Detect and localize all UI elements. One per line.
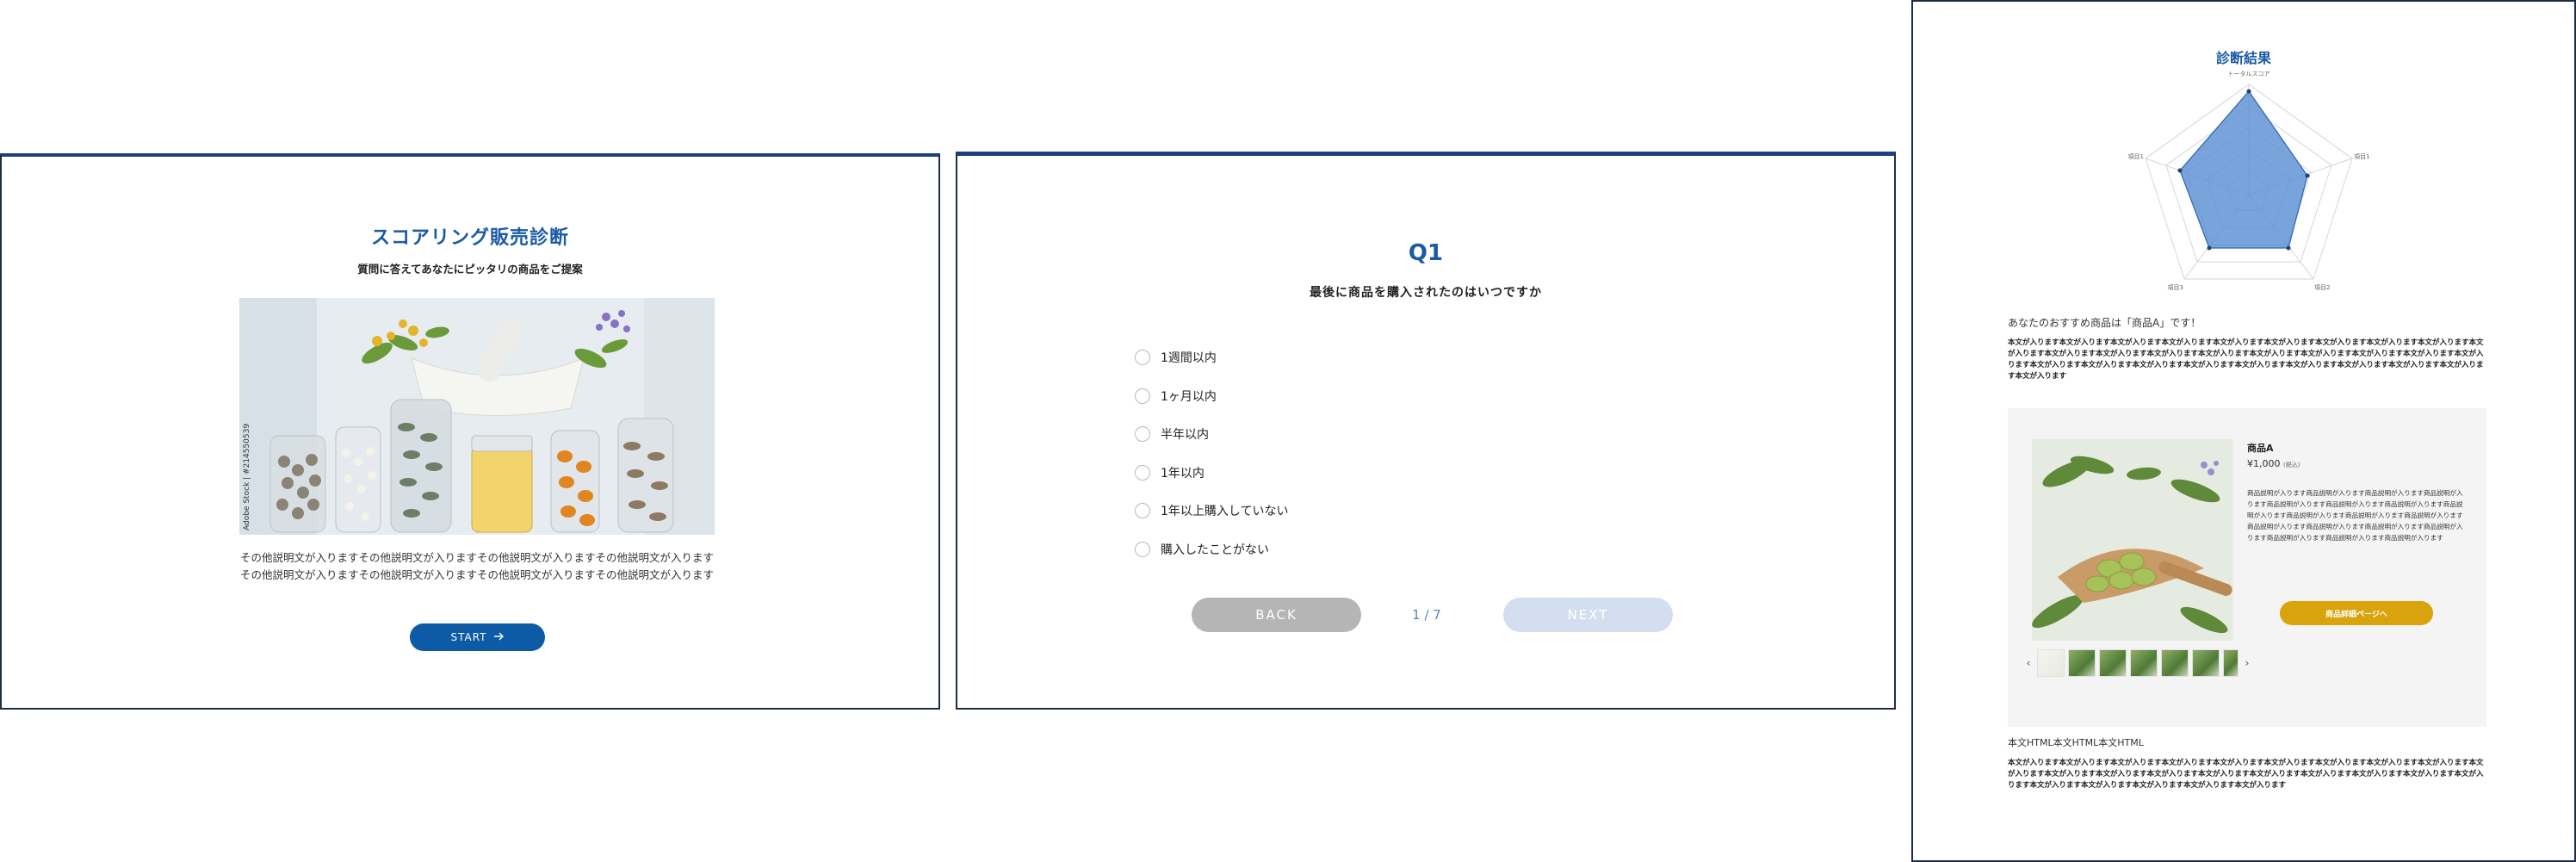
product-illustration (2032, 439, 2233, 641)
radar-point (2207, 245, 2212, 251)
thumbnail[interactable] (2037, 649, 2065, 677)
product-price: ¥1,000 (税込) (2247, 458, 2300, 469)
page-title: スコアリング販売診断 (370, 227, 569, 249)
radio-button[interactable] (1135, 426, 1150, 443)
answer-option[interactable]: 1年以内 (1135, 454, 1289, 493)
radar-chart: トータルスコア 項目1 項目2 項目3 項目1 (2128, 70, 2370, 291)
radar-axis-label: 項目1 (2354, 153, 2369, 160)
product-detail-button[interactable]: 商品詳細ページへ (2280, 601, 2433, 625)
thumbnail-carousel: ‹ › (2023, 649, 2252, 677)
radio-button[interactable] (1135, 464, 1150, 481)
question-panel: Q1 最後に商品を購入されたのはいつですか 1週間以内 1ヶ月以内 半年以内 1… (956, 152, 1896, 710)
thumbnail[interactable] (2223, 649, 2239, 677)
radio-button[interactable] (1135, 503, 1150, 519)
body-html-label: 本文HTML本文HTML本文HTML (2008, 737, 2144, 748)
answer-option[interactable]: 1週間以内 (1135, 338, 1289, 377)
price-value: ¥1,000 (2247, 458, 2281, 469)
start-panel: スコアリング販売診断 質問に答えてあなたにピッタリの商品をご提案 Adobe S… (0, 153, 940, 710)
chevron-left-icon[interactable]: ‹ (2023, 657, 2034, 669)
radar-point (2286, 245, 2291, 251)
result-body-text: 本文が入ります本文が入ります本文が入ります本文が入ります本文が入ります本文が入り… (2008, 338, 2484, 381)
answer-option[interactable]: 1年以上購入していない (1135, 492, 1289, 530)
radar-axis-label: 項目3 (2168, 284, 2183, 291)
answer-option-label: 1年以上購入していない (1161, 505, 1289, 519)
answer-option[interactable]: 購入したことがない (1135, 530, 1289, 569)
product-description: 商品説明が入ります商品説明が入ります商品説明が入ります商品説明が入ります商品説明… (2247, 489, 2463, 542)
hero-illustration (239, 298, 715, 535)
product-card: 商品A ¥1,000 (税込) 商品説明が入ります商品説明が入ります商品説明が入… (2008, 408, 2486, 727)
radar-point (2246, 89, 2251, 94)
result-panel: 診断結果 トータルスコア 項目1 項目2 項目3 項目1 あなたのおすすめ商品は (1911, 0, 2576, 862)
result-body-text-2: 本文が入ります本文が入ります本文が入ります本文が入ります本文が入ります本文が入り… (2008, 759, 2484, 790)
answer-option-label: 半年以内 (1161, 428, 1209, 443)
radar-axis-label: 項目1 (2128, 153, 2144, 160)
product-name: 商品A (2247, 443, 2274, 454)
page-subtitle: 質問に答えてあなたにピッタリの商品をご提案 (357, 263, 583, 276)
thumbnail[interactable] (2130, 649, 2158, 677)
thumbnail[interactable] (2068, 649, 2096, 677)
radar-axis-label: トータルスコア (2228, 70, 2270, 78)
product-image (2032, 439, 2233, 641)
answer-option[interactable]: 1ヶ月以内 (1135, 377, 1289, 416)
start-description: その他説明文が入りますその他説明文が入りますその他説明文が入りますその他説明文が… (239, 551, 714, 581)
start-button[interactable]: START (410, 623, 545, 651)
answer-option-label: 購入したことがない (1161, 543, 1269, 557)
chevron-right-icon[interactable]: › (2242, 657, 2252, 669)
answer-option-label: 1年以内 (1161, 466, 1204, 481)
answer-options: 1週間以内 1ヶ月以内 半年以内 1年以内 1年以上購入していない 購入したこと… (1135, 338, 1289, 568)
question-number: Q1 (1408, 240, 1444, 266)
recommend-text: あなたのおすすめ商品は「商品A」です！ (2008, 317, 2201, 329)
radio-button[interactable] (1135, 388, 1150, 404)
answer-option-label: 1週間以内 (1161, 351, 1217, 366)
radar-series-area (2179, 90, 2308, 249)
answer-option-label: 1ヶ月以内 (1161, 389, 1217, 404)
radar-point (2177, 168, 2183, 173)
price-tax: (税込) (2283, 462, 2300, 468)
next-button[interactable]: NEXT (1503, 598, 1673, 632)
radio-button[interactable] (1135, 350, 1150, 366)
radio-button[interactable] (1135, 541, 1150, 557)
question-progress: 1 / 7 (1412, 607, 1441, 623)
hero-image: Adobe Stock | #214550539 (239, 298, 715, 535)
back-button[interactable]: BACK (1192, 598, 1361, 632)
result-title: 診断結果 (2215, 50, 2271, 66)
thumbnail[interactable] (2161, 649, 2189, 677)
arrow-right-icon (493, 631, 505, 643)
start-button-label: START (450, 631, 487, 643)
radar-axis-label: 項目2 (2314, 284, 2330, 291)
question-text: 最後に商品を購入されたのはいつですか (1310, 286, 1542, 300)
image-credit: Adobe Stock | #214550539 (243, 423, 251, 530)
radar-point (2305, 173, 2310, 178)
answer-option[interactable]: 半年以内 (1135, 415, 1289, 454)
thumbnail[interactable] (2099, 649, 2127, 677)
thumbnail[interactable] (2192, 649, 2220, 677)
